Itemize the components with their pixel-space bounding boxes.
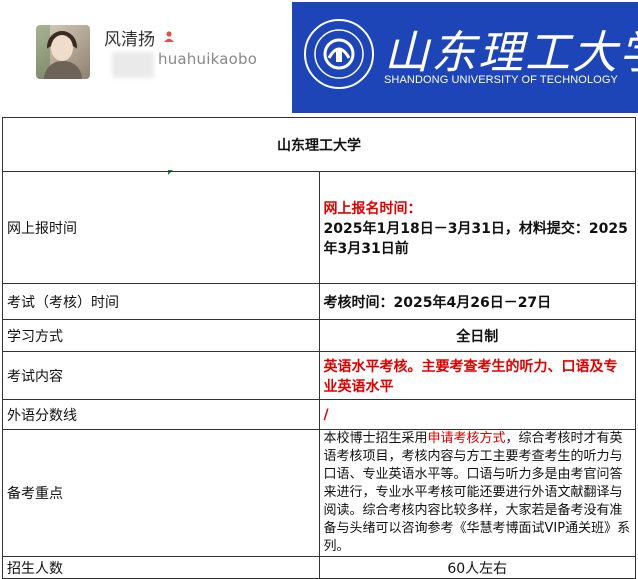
table-title: 山东理工大学	[2, 117, 636, 172]
row-label-exam-content: 考试内容	[2, 351, 320, 400]
registration-dates: 2025年1月18日－3月31日，材料提交：2025年3月31日前	[323, 220, 628, 257]
profile-name: 风清扬	[104, 30, 155, 50]
wechat-id: huahuikaobo	[158, 50, 258, 68]
prep-notes-text-2: ，综合考核时才有英语考核项目，考核内容与方工主要考查考生的听力与口语、专业英语水…	[323, 431, 631, 554]
row-value-exam-content: 英语水平考核。主要考查考生的听力、口语及专业英语水平	[318, 351, 636, 400]
row-label-prep-notes: 备考重点	[2, 429, 320, 557]
table-row: 外语分数线 /	[2, 399, 636, 430]
row-label-registration: 网上报时间	[2, 171, 320, 284]
row-value-exam-time: 考核时间：2025年4月26日－27日	[318, 283, 636, 320]
registration-heading: 网上报名时间：	[323, 200, 422, 217]
row-value-prep-notes: 本校博士招生采用申请考核方式，综合考核时才有英语考核项目，考核内容与方工主要考查…	[318, 429, 636, 557]
table-row: 学习方式 全日制	[2, 319, 636, 352]
prep-notes-highlight: 申请考核方式	[427, 431, 506, 446]
avatar[interactable]	[36, 25, 90, 79]
row-label-language-score: 外语分数线	[2, 399, 320, 430]
banner-english-name: SHANDONG UNIVERSITY OF TECHNOLOGY	[384, 74, 618, 86]
banner-school-name: 山东理工大学	[384, 26, 638, 79]
university-emblem-icon	[304, 19, 374, 89]
row-value-enrollment: 60人左右	[318, 556, 636, 579]
row-label-study-mode: 学习方式	[2, 319, 320, 352]
table-row: 网上报时间 网上报名时间： 2025年1月18日－3月31日，材料提交：2025…	[2, 171, 636, 284]
row-label-enrollment: 招生人数	[2, 556, 320, 579]
table-row: 备考重点 本校博士招生采用申请考核方式，综合考核时才有英语考核项目，考核内容与方…	[2, 429, 636, 557]
prep-notes-text-1: 本校博士招生采用	[323, 431, 428, 446]
profile-card: 风清扬 huahuikaobo	[0, 0, 292, 112]
row-value-registration: 网上报名时间： 2025年1月18日－3月31日，材料提交：2025年3月31日…	[318, 171, 636, 284]
row-label-exam-time: 考试（考核）时间	[2, 283, 320, 320]
info-table: 山东理工大学 网上报时间 网上报名时间： 2025年1月18日－3月31日，材料…	[2, 117, 636, 579]
table-row: 招生人数 60人左右	[2, 556, 636, 579]
table-row: 考试内容 英语水平考核。主要考查考生的听力、口语及专业英语水平	[2, 351, 636, 400]
person-icon	[164, 31, 174, 42]
table-row: 考试（考核）时间 考核时间：2025年4月26日－27日	[2, 283, 636, 320]
row-value-language-score: /	[318, 399, 636, 430]
university-banner: 山东理工大学 SHANDONG UNIVERSITY OF TECHNOLOGY	[292, 2, 638, 113]
blurred-region	[112, 52, 154, 78]
row-value-study-mode: 全日制	[318, 319, 636, 352]
